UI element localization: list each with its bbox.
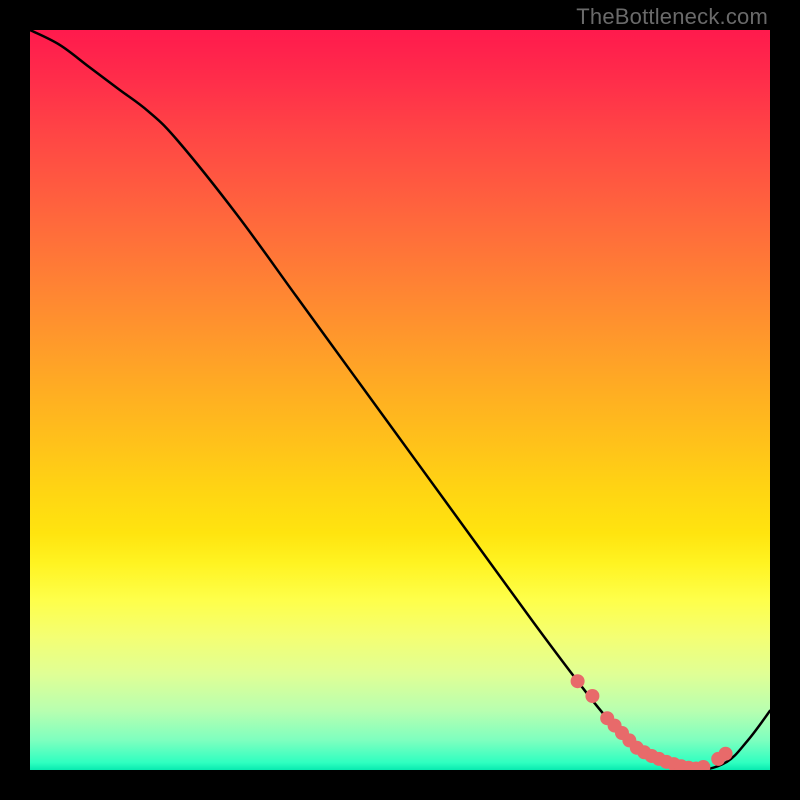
marker-dot (571, 674, 585, 688)
marker-dot (585, 689, 599, 703)
marker-dot (696, 760, 710, 770)
plot-area (30, 30, 770, 770)
marker-group (571, 674, 733, 770)
chart-svg (30, 30, 770, 770)
curve-line (30, 30, 770, 770)
watermark-text: TheBottleneck.com (576, 4, 768, 30)
chart-stage: TheBottleneck.com (0, 0, 800, 800)
marker-dot (719, 747, 733, 761)
